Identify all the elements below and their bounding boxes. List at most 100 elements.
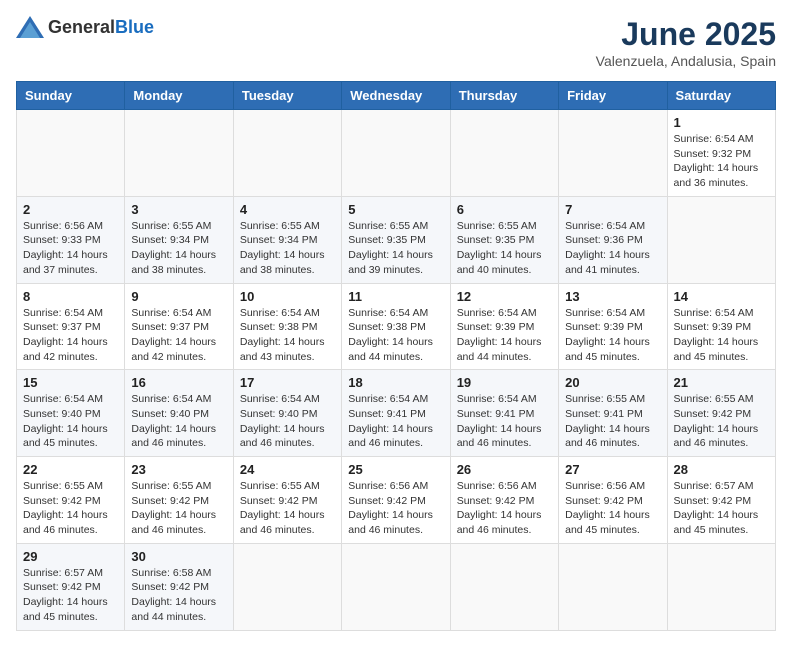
day-number: 3 xyxy=(131,202,226,217)
day-info: Sunrise: 6:54 AMSunset: 9:36 PMDaylight:… xyxy=(565,219,660,278)
day-cell: 3 Sunrise: 6:55 AMSunset: 9:34 PMDaylight… xyxy=(125,196,233,283)
header-wednesday: Wednesday xyxy=(342,82,450,110)
day-cell: 15Sunrise: 6:54 AMSunset: 9:40 PMDayligh… xyxy=(17,370,125,457)
week-row-3: 15Sunrise: 6:54 AMSunset: 9:40 PMDayligh… xyxy=(17,370,776,457)
day-info: Sunrise: 6:58 AMSunset: 9:42 PMDaylight:… xyxy=(131,566,226,625)
day-info: Sunrise: 6:55 AMSunset: 9:42 PMDaylight:… xyxy=(23,479,118,538)
header-row: SundayMondayTuesdayWednesdayThursdayFrid… xyxy=(17,82,776,110)
day-cell: 16 Sunrise: 6:54 AMSunset: 9:40 PMDayligh… xyxy=(125,370,233,457)
day-cell: 24Sunrise: 6:55 AMSunset: 9:42 PMDayligh… xyxy=(233,457,341,544)
day-cell xyxy=(559,543,667,630)
day-info: Sunrise: 6:54 AMSunset: 9:40 PMDaylight:… xyxy=(131,392,226,451)
day-cell: 25Sunrise: 6:56 AMSunset: 9:42 PMDayligh… xyxy=(342,457,450,544)
page-header: GeneralBlue June 2025 Valenzuela, Andalu… xyxy=(16,16,776,69)
day-number: 18 xyxy=(348,375,443,390)
day-info: Sunrise: 6:54 AMSunset: 9:39 PMDaylight:… xyxy=(457,306,552,365)
header-sunday: Sunday xyxy=(17,82,125,110)
day-cell: 7 Sunrise: 6:54 AMSunset: 9:36 PMDaylight… xyxy=(559,196,667,283)
day-number: 30 xyxy=(131,549,226,564)
day-cell: 28Sunrise: 6:57 AMSunset: 9:42 PMDayligh… xyxy=(667,457,775,544)
day-cell: 8 Sunrise: 6:54 AMSunset: 9:37 PMDaylight… xyxy=(17,283,125,370)
day-cell xyxy=(667,543,775,630)
day-info: Sunrise: 6:56 AMSunset: 9:42 PMDaylight:… xyxy=(565,479,660,538)
day-cell: 6Sunrise: 6:55 AMSunset: 9:35 PMDaylight… xyxy=(450,196,558,283)
day-number: 20 xyxy=(565,375,660,390)
day-number: 9 xyxy=(131,289,226,304)
location-subtitle: Valenzuela, Andalusia, Spain xyxy=(596,53,776,69)
day-number: 16 xyxy=(131,375,226,390)
week-row-0: 1Sunrise: 6:54 AMSunset: 9:32 PMDaylight… xyxy=(17,110,776,197)
day-number: 12 xyxy=(457,289,552,304)
day-info: Sunrise: 6:54 AMSunset: 9:41 PMDaylight:… xyxy=(457,392,552,451)
day-info: Sunrise: 6:54 AMSunset: 9:38 PMDaylight:… xyxy=(348,306,443,365)
logo-text: GeneralBlue xyxy=(48,17,154,38)
month-title: June 2025 xyxy=(596,16,776,53)
day-info: Sunrise: 6:55 AMSunset: 9:35 PMDaylight:… xyxy=(348,219,443,278)
day-info: Sunrise: 6:54 AMSunset: 9:39 PMDaylight:… xyxy=(565,306,660,365)
day-number: 10 xyxy=(240,289,335,304)
day-info: Sunrise: 6:54 AMSunset: 9:41 PMDaylight:… xyxy=(348,392,443,451)
header-thursday: Thursday xyxy=(450,82,558,110)
day-number: 14 xyxy=(674,289,769,304)
day-info: Sunrise: 6:54 AMSunset: 9:37 PMDaylight:… xyxy=(23,306,118,365)
day-cell: 1Sunrise: 6:54 AMSunset: 9:32 PMDaylight… xyxy=(667,110,775,197)
day-info: Sunrise: 6:57 AMSunset: 9:42 PMDaylight:… xyxy=(674,479,769,538)
day-info: Sunrise: 6:54 AMSunset: 9:40 PMDaylight:… xyxy=(23,392,118,451)
day-cell xyxy=(17,110,125,197)
day-number: 1 xyxy=(674,115,769,130)
day-info: Sunrise: 6:55 AMSunset: 9:34 PMDaylight:… xyxy=(240,219,335,278)
day-cell: 10Sunrise: 6:54 AMSunset: 9:38 PMDayligh… xyxy=(233,283,341,370)
logo: GeneralBlue xyxy=(16,16,154,38)
day-number: 26 xyxy=(457,462,552,477)
week-row-5: 29Sunrise: 6:57 AMSunset: 9:42 PMDayligh… xyxy=(17,543,776,630)
day-number: 6 xyxy=(457,202,552,217)
day-info: Sunrise: 6:55 AMSunset: 9:41 PMDaylight:… xyxy=(565,392,660,451)
day-cell: 9Sunrise: 6:54 AMSunset: 9:37 PMDaylight… xyxy=(125,283,233,370)
day-cell: 4 Sunrise: 6:55 AMSunset: 9:34 PMDaylight… xyxy=(233,196,341,283)
day-cell: 19Sunrise: 6:54 AMSunset: 9:41 PMDayligh… xyxy=(450,370,558,457)
day-cell xyxy=(450,543,558,630)
day-cell xyxy=(559,110,667,197)
header-monday: Monday xyxy=(125,82,233,110)
day-cell: 29Sunrise: 6:57 AMSunset: 9:42 PMDayligh… xyxy=(17,543,125,630)
day-info: Sunrise: 6:56 AMSunset: 9:42 PMDaylight:… xyxy=(348,479,443,538)
day-cell: 17Sunrise: 6:54 AMSunset: 9:40 PMDayligh… xyxy=(233,370,341,457)
logo-blue: Blue xyxy=(115,17,154,37)
day-number: 2 xyxy=(23,202,118,217)
logo-icon xyxy=(16,16,44,38)
day-number: 21 xyxy=(674,375,769,390)
header-friday: Friday xyxy=(559,82,667,110)
day-number: 8 xyxy=(23,289,118,304)
day-number: 4 xyxy=(240,202,335,217)
day-cell: 20 Sunrise: 6:55 AMSunset: 9:41 PMDayligh… xyxy=(559,370,667,457)
day-number: 11 xyxy=(348,289,443,304)
day-number: 22 xyxy=(23,462,118,477)
day-cell: 11 Sunrise: 6:54 AMSunset: 9:38 PMDayligh… xyxy=(342,283,450,370)
day-info: Sunrise: 6:55 AMSunset: 9:34 PMDaylight:… xyxy=(131,219,226,278)
day-cell: 26 Sunrise: 6:56 AMSunset: 9:42 PMDayligh… xyxy=(450,457,558,544)
day-number: 29 xyxy=(23,549,118,564)
title-section: June 2025 Valenzuela, Andalusia, Spain xyxy=(596,16,776,69)
day-info: Sunrise: 6:56 AMSunset: 9:33 PMDaylight:… xyxy=(23,219,118,278)
day-cell xyxy=(233,110,341,197)
day-cell: 5Sunrise: 6:55 AMSunset: 9:35 PMDaylight… xyxy=(342,196,450,283)
day-cell: 18 Sunrise: 6:54 AMSunset: 9:41 PMDayligh… xyxy=(342,370,450,457)
day-cell xyxy=(125,110,233,197)
day-cell: 13Sunrise: 6:54 AMSunset: 9:39 PMDayligh… xyxy=(559,283,667,370)
day-cell: 12 Sunrise: 6:54 AMSunset: 9:39 PMDayligh… xyxy=(450,283,558,370)
day-number: 27 xyxy=(565,462,660,477)
header-saturday: Saturday xyxy=(667,82,775,110)
week-row-1: 2 Sunrise: 6:56 AMSunset: 9:33 PMDaylight… xyxy=(17,196,776,283)
day-cell xyxy=(450,110,558,197)
week-row-4: 22 Sunrise: 6:55 AMSunset: 9:42 PMDayligh… xyxy=(17,457,776,544)
calendar-table: SundayMondayTuesdayWednesdayThursdayFrid… xyxy=(16,81,776,631)
logo-general: General xyxy=(48,17,115,37)
day-number: 7 xyxy=(565,202,660,217)
day-info: Sunrise: 6:55 AMSunset: 9:42 PMDaylight:… xyxy=(131,479,226,538)
day-cell: 30 Sunrise: 6:58 AMSunset: 9:42 PMDayligh… xyxy=(125,543,233,630)
day-cell: 21Sunrise: 6:55 AMSunset: 9:42 PMDayligh… xyxy=(667,370,775,457)
day-info: Sunrise: 6:56 AMSunset: 9:42 PMDaylight:… xyxy=(457,479,552,538)
day-info: Sunrise: 6:54 AMSunset: 9:39 PMDaylight:… xyxy=(674,306,769,365)
day-cell: 14 Sunrise: 6:54 AMSunset: 9:39 PMDayligh… xyxy=(667,283,775,370)
day-number: 17 xyxy=(240,375,335,390)
